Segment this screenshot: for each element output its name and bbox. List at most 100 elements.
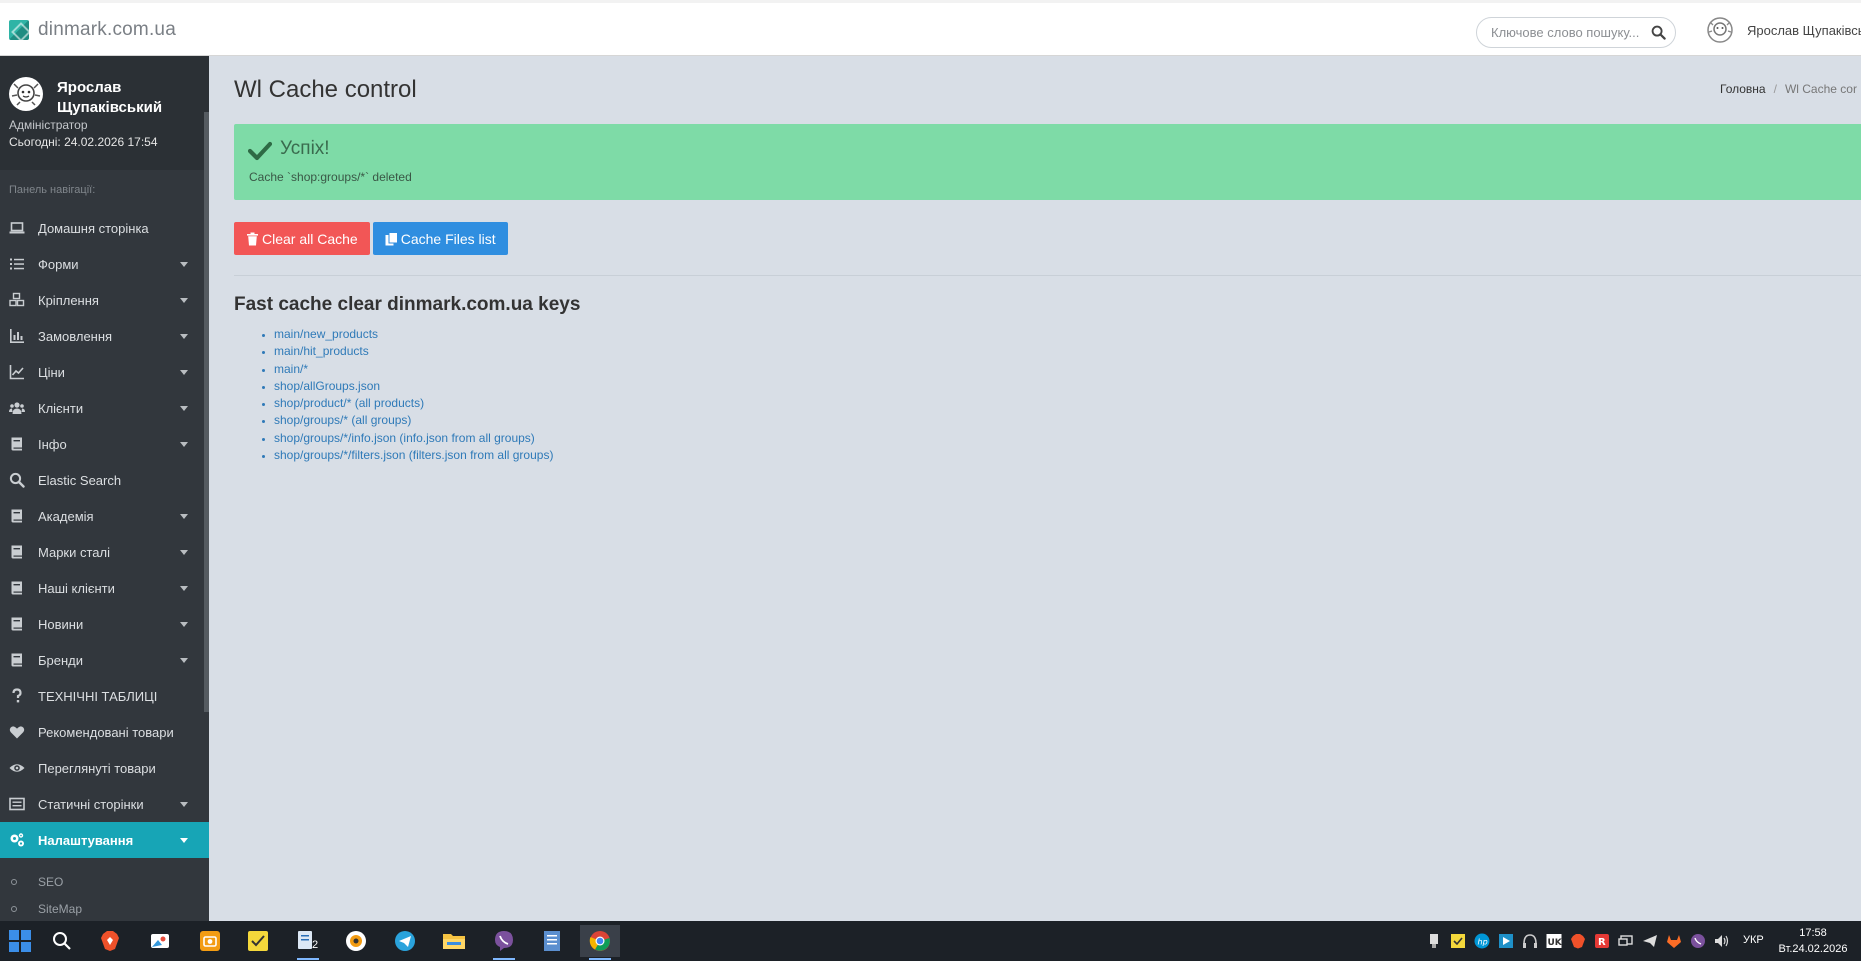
sidebar-item-fasteners[interactable]: Кріплення bbox=[0, 282, 209, 318]
viber-icon[interactable] bbox=[484, 925, 524, 960]
camera-app-icon[interactable] bbox=[190, 925, 230, 957]
sidebar-item-label: Новини bbox=[38, 616, 84, 632]
usb-device-icon[interactable] bbox=[1426, 933, 1442, 949]
settings-submenu-list: SEO SiteMap bbox=[0, 868, 209, 922]
hp-icon[interactable]: hp bbox=[1474, 933, 1490, 949]
sidebar-item-elastic-search[interactable]: Elastic Search bbox=[0, 462, 209, 498]
breadcrumb-home-link[interactable]: Головна bbox=[1720, 82, 1766, 96]
keyboard-language[interactable]: УКР bbox=[1743, 934, 1764, 946]
sidebar-item-academy[interactable]: Академія bbox=[0, 498, 209, 534]
alert-title: Успіх! bbox=[280, 138, 330, 159]
trash-icon bbox=[247, 232, 258, 245]
cache-files-list-button[interactable]: Cache Files list bbox=[372, 222, 508, 255]
task-app-icon[interactable]: 2 bbox=[288, 925, 328, 960]
windows-start-icon[interactable] bbox=[0, 925, 40, 957]
svg-text:hp: hp bbox=[1478, 938, 1488, 947]
cache-key-link[interactable]: shop/allGroups.json bbox=[274, 379, 380, 393]
search-icon[interactable] bbox=[1651, 25, 1666, 40]
photos-app-icon[interactable] bbox=[140, 925, 180, 957]
caret-down-icon bbox=[180, 298, 188, 303]
sidebar-item-static-pages[interactable]: Статичні сторінки bbox=[0, 786, 209, 822]
search-input[interactable] bbox=[1491, 25, 1647, 40]
headphones-icon[interactable] bbox=[1522, 933, 1538, 949]
task-badge: 2 bbox=[312, 939, 319, 951]
sidebar-item-prices[interactable]: Ціни bbox=[0, 354, 209, 390]
cache-key-link[interactable]: shop/groups/*/filters.json (filters.json… bbox=[274, 448, 553, 462]
book-icon bbox=[11, 437, 22, 451]
check-icon bbox=[248, 141, 272, 161]
user-name: Ярослав Щупаківськ bbox=[1747, 22, 1861, 38]
telegram-tray-icon[interactable] bbox=[1642, 933, 1658, 949]
caret-down-icon bbox=[180, 334, 188, 339]
sticky-notes-icon[interactable] bbox=[238, 925, 278, 957]
caret-down-icon bbox=[180, 550, 188, 555]
cache-key-link[interactable]: main/* bbox=[274, 362, 308, 376]
alert-message: Cache `shop:groups/*` deleted bbox=[249, 170, 412, 184]
sidebar-item-clients[interactable]: Клієнти bbox=[0, 390, 209, 426]
podcast-app-icon[interactable] bbox=[336, 925, 376, 957]
list-item: shop/groups/*/filters.json (filters.json… bbox=[274, 447, 553, 464]
caret-down-icon bbox=[180, 658, 188, 663]
sidebar-item-label: Замовлення bbox=[38, 328, 113, 344]
clear-all-cache-button[interactable]: Clear all Cache bbox=[234, 222, 370, 255]
sidebar-item-label: Elastic Search bbox=[38, 472, 122, 488]
brand-link[interactable]: dinmark.com.ua bbox=[9, 19, 176, 41]
sidebar-item-news[interactable]: Новини bbox=[0, 606, 209, 642]
cache-key-link[interactable]: shop/product/* (all products) bbox=[274, 396, 424, 410]
users-icon bbox=[9, 402, 25, 414]
sidebar-item-label: Статичні сторінки bbox=[38, 796, 144, 812]
submenu-item-label: SEO bbox=[38, 874, 64, 889]
note-tray-icon[interactable] bbox=[1450, 933, 1466, 949]
search-icon[interactable] bbox=[42, 925, 82, 957]
notepad-app-icon[interactable] bbox=[532, 925, 572, 957]
sidebar-item-brands[interactable]: Бренди bbox=[0, 642, 209, 678]
chrome-icon[interactable] bbox=[580, 925, 620, 960]
r-app-icon[interactable]: R bbox=[1594, 933, 1610, 949]
sidebar-item-info[interactable]: Інфо bbox=[0, 426, 209, 462]
user-avatar-icon bbox=[1707, 17, 1733, 43]
sidebar-item-home[interactable]: Домашня сторінка bbox=[0, 210, 209, 246]
brave-browser-icon[interactable] bbox=[90, 925, 130, 957]
file-explorer-icon[interactable] bbox=[434, 925, 474, 957]
sidebar-item-forms[interactable]: Форми bbox=[0, 246, 209, 282]
cache-key-link[interactable]: shop/groups/* (all groups) bbox=[274, 413, 411, 427]
sidebar-item-our-clients[interactable]: Наші клієнти bbox=[0, 570, 209, 606]
gitlab-tray-icon[interactable] bbox=[1666, 933, 1682, 949]
caret-down-icon bbox=[180, 442, 188, 447]
sidebar-item-label: Бренди bbox=[38, 652, 84, 668]
cache-key-link[interactable]: shop/groups/*/info.json (info.json from … bbox=[274, 431, 535, 445]
cache-files-list-label: Cache Files list bbox=[400, 230, 496, 247]
viber-tray-icon[interactable] bbox=[1690, 933, 1706, 949]
cache-key-link[interactable]: main/hit_products bbox=[274, 344, 369, 358]
sidebar-item-recommended[interactable]: Рекомендовані товари bbox=[0, 714, 209, 750]
sidebar-item-steel-grades[interactable]: Марки сталі bbox=[0, 534, 209, 570]
network-tray-icon[interactable] bbox=[1618, 933, 1634, 949]
sidebar-item-settings[interactable]: Налаштування bbox=[0, 822, 209, 858]
volume-icon[interactable] bbox=[1714, 933, 1730, 949]
laptop-icon bbox=[9, 222, 25, 234]
brave-tray-icon[interactable] bbox=[1570, 933, 1586, 949]
sidebar-item-label: Марки сталі bbox=[38, 544, 111, 560]
cache-key-link[interactable]: main/new_products bbox=[274, 327, 378, 341]
system-clock[interactable]: 17:58 Вт.24.02.2026 bbox=[1777, 925, 1849, 957]
submenu-item-sitemap[interactable]: SiteMap bbox=[0, 895, 209, 922]
user-menu[interactable]: Ярослав Щупаківськ bbox=[1706, 16, 1861, 44]
book-icon bbox=[11, 545, 22, 559]
list-item: shop/groups/*/info.json (info.json from … bbox=[274, 430, 553, 447]
search-icon bbox=[9, 472, 25, 488]
main-content: Wl Cache control Головна / Wl Cache cor Ус… bbox=[209, 56, 1861, 921]
ukrainian-keyboard-icon[interactable]: UK bbox=[1546, 933, 1562, 949]
eye-icon bbox=[9, 764, 25, 772]
media-tray-icon[interactable] bbox=[1498, 933, 1514, 949]
sidebar-item-tech-tables[interactable]: ТЕХНІЧНІ ТАБЛИЦІ bbox=[0, 678, 209, 714]
bar-chart-icon bbox=[10, 329, 24, 343]
brand-logo-icon bbox=[9, 20, 29, 40]
caret-down-icon bbox=[180, 406, 188, 411]
page-title: Wl Cache control bbox=[234, 76, 417, 103]
sidebar-item-viewed[interactable]: Переглянуті товари bbox=[0, 750, 209, 786]
submenu-item-seo[interactable]: SEO bbox=[0, 868, 209, 895]
sidebar-item-orders[interactable]: Замовлення bbox=[0, 318, 209, 354]
avatar bbox=[9, 77, 43, 111]
telegram-icon[interactable] bbox=[385, 925, 425, 957]
breadcrumb-separator: / bbox=[1773, 82, 1777, 96]
